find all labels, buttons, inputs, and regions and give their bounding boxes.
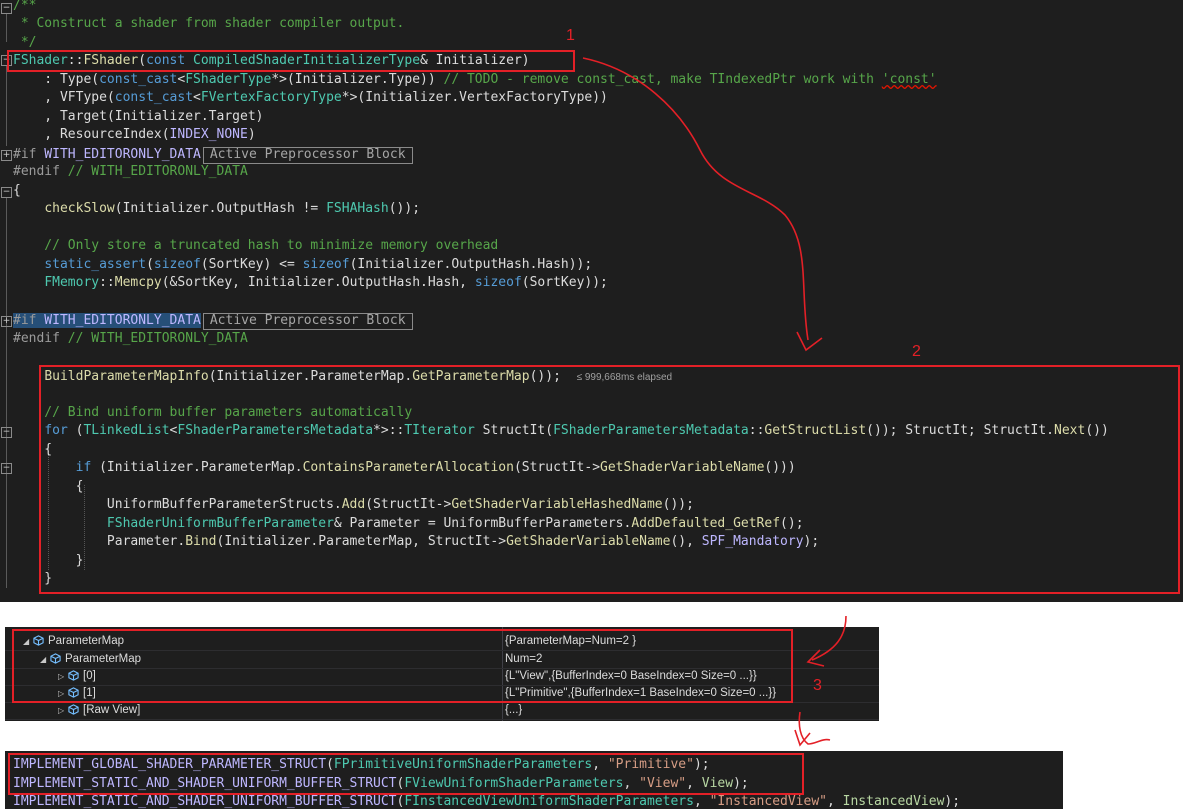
annotation-box-4 [8, 753, 804, 795]
expand-icon[interactable]: + [1, 316, 12, 327]
watch-value[interactable]: {...} [505, 702, 522, 719]
annotation-label-1: 1 [566, 27, 575, 44]
code-line[interactable]: checkSlow(Initializer.OutputHash != FSHA… [13, 200, 420, 219]
expand-triangle-icon[interactable]: ▷ [58, 702, 68, 719]
code-line[interactable]: #endif // WITH_EDITORONLY_DATA [13, 163, 248, 182]
code-line[interactable]: IMPLEMENT_STATIC_AND_SHADER_UNIFORM_BUFF… [13, 793, 960, 809]
code-line[interactable]: * Construct a shader from shader compile… [13, 15, 405, 34]
collapse-icon[interactable]: − [1, 427, 12, 438]
code-line[interactable]: FMemory::Memcpy(&SortKey, Initializer.Ou… [13, 274, 608, 293]
annotation-label-3: 3 [813, 677, 822, 694]
watch-name: [Raw View] [83, 704, 141, 716]
code-line[interactable]: , Target(Initializer.Target) [13, 108, 263, 127]
collapse-icon[interactable]: − [1, 187, 12, 198]
code-line[interactable]: #if WITH_EDITORONLY_DATA Active Preproces… [13, 312, 413, 331]
code-line[interactable]: , ResourceIndex(INDEX_NONE) [13, 126, 255, 145]
fold-line [6, 198, 7, 588]
annotation-label-2: 2 [912, 343, 921, 360]
watch-row[interactable]: ▷ [Raw View] {...} [5, 702, 879, 720]
annotation-arrowhead-3 [794, 729, 811, 747]
annotation-box-2 [39, 365, 1180, 594]
code-line[interactable]: { [13, 182, 21, 201]
annotation-box-1 [7, 50, 575, 72]
object-cube-icon [68, 704, 79, 715]
code-line[interactable]: #if WITH_EDITORONLY_DATA Active Preproces… [13, 146, 413, 165]
expand-icon[interactable]: + [1, 150, 12, 161]
fold-line [6, 14, 7, 42]
collapse-icon[interactable]: − [1, 463, 12, 474]
collapsed-block-tag[interactable]: Active Preprocessor Block [202, 313, 413, 330]
annotation-box-3 [12, 629, 793, 703]
code-line[interactable]: static_assert(sizeof(SortKey) <= sizeof(… [13, 256, 592, 275]
fold-line [6, 66, 7, 146]
code-line[interactable]: , VFType(const_cast<FVertexFactoryType*>… [13, 89, 608, 108]
code-line[interactable]: #endif // WITH_EDITORONLY_DATA [13, 330, 248, 349]
code-line[interactable]: /** [13, 0, 36, 16]
collapsed-block-tag[interactable]: Active Preprocessor Block [202, 147, 413, 164]
code-line[interactable]: : Type(const_cast<FShaderType*>(Initiali… [13, 71, 936, 90]
collapse-icon[interactable]: − [1, 3, 12, 14]
code-line[interactable]: // Only store a truncated hash to minimi… [13, 237, 498, 256]
